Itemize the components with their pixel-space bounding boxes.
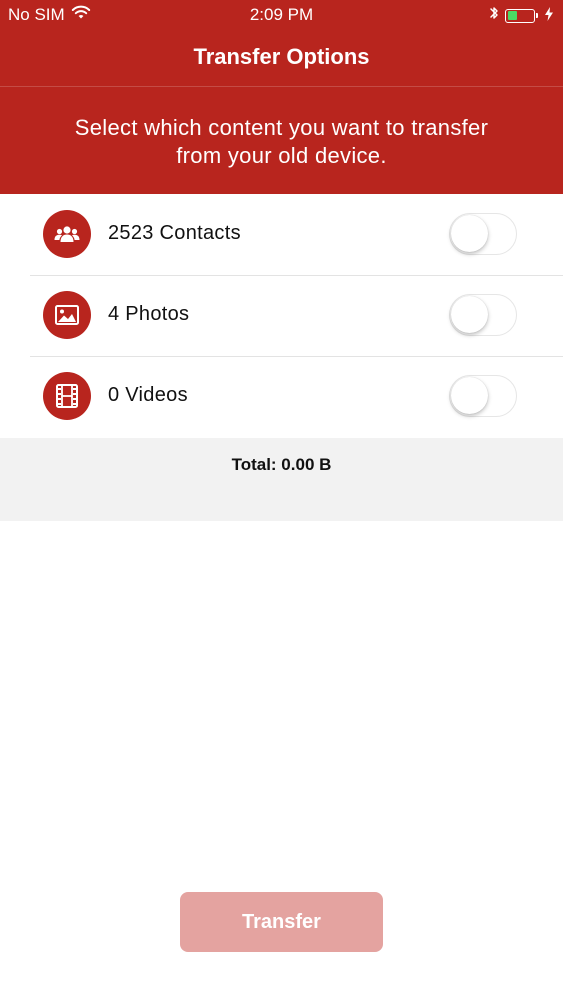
videos-toggle[interactable] [449, 375, 517, 417]
battery-fill [507, 11, 518, 20]
option-label-contacts: 2523 Contacts [108, 222, 241, 244]
header-subtitle: Select which content you want to transfe… [74, 115, 489, 168]
option-row-videos: 0 Videos [0, 356, 563, 437]
option-label-photos: 4 Photos [108, 303, 190, 325]
toggle-knob [451, 296, 488, 333]
film-icon [43, 372, 91, 420]
total-size-label: Total: 0.00 B [231, 455, 332, 474]
toggle-knob [451, 215, 488, 252]
option-row-photos: 4 Photos [0, 275, 563, 356]
total-summary: Total: 0.00 B [0, 438, 563, 521]
page-title: Transfer Options [193, 44, 370, 69]
bluetooth-icon [489, 5, 499, 26]
contacts-toggle[interactable] [449, 213, 517, 255]
charging-bolt-icon [545, 6, 553, 26]
content-options-list: 2523 Contacts 4 Photos 0 Videos [0, 194, 563, 437]
transfer-button[interactable]: Transfer [180, 892, 383, 952]
status-time: 2:09 PM [249, 5, 314, 24]
contacts-icon [43, 210, 91, 258]
photo-icon [43, 291, 91, 339]
status-bar: No SIM 2:09 PM [0, 0, 563, 30]
status-right [489, 5, 553, 26]
nav-divider [0, 86, 563, 87]
battery-icon [505, 8, 538, 23]
option-label-videos: 0 Videos [108, 384, 188, 406]
option-row-contacts: 2523 Contacts [0, 194, 563, 275]
photos-toggle[interactable] [449, 294, 517, 336]
toggle-knob [451, 377, 488, 414]
